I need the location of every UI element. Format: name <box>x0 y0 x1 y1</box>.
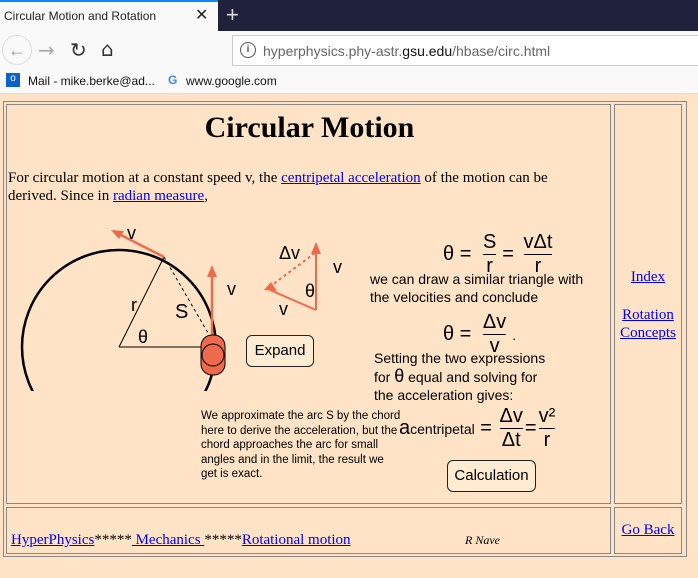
url-input[interactable]: hyperphysics.phy-astr.gsu.edu/hbase/circ… <box>232 35 698 66</box>
forward-icon[interactable]: → <box>38 38 55 62</box>
radian-measure-link[interactable]: radian measure <box>113 188 204 204</box>
back-icon[interactable]: ← <box>2 35 32 65</box>
home-icon[interactable]: ⌂ <box>101 37 114 61</box>
similar-triangle-text: we can draw a similar triangle with the … <box>370 271 584 305</box>
label-s: S <box>175 301 189 323</box>
info-icon[interactable]: i <box>240 42 256 58</box>
intro-text: For circular motion at a constant speed … <box>8 170 548 204</box>
side-cell: Index Rotation Concepts <box>614 104 682 504</box>
tab-title: Circular Motion and Rotation <box>4 9 157 23</box>
setting-text: Setting the two expressions for θ equal … <box>374 350 546 403</box>
bookmark-google[interactable]: www.google.com <box>186 74 277 88</box>
label-r: r <box>131 295 137 315</box>
url-domain: gsu.edu <box>402 43 453 59</box>
footer-links: HyperPhysics***** Mechanics *****Rotatio… <box>11 532 351 548</box>
hyperphysics-link[interactable]: HyperPhysics <box>11 532 94 548</box>
bookmarks-bar: o Mail - mike.berke@ad... G www.google.c… <box>0 69 698 94</box>
page-title: Circular Motion <box>204 111 415 144</box>
circle-diagram <box>20 230 321 391</box>
url-host: hyperphysics.phy-astr. <box>263 43 403 59</box>
label-v-car: v <box>227 279 236 299</box>
calculation-button[interactable]: Calculation <box>447 460 536 492</box>
label-v-tangent: v <box>127 223 136 243</box>
mechanics-link[interactable]: Mechanics <box>132 532 204 548</box>
goback-cell: Go Back <box>614 507 682 554</box>
label-v-top: v <box>333 257 342 277</box>
outlook-icon: o <box>6 73 20 87</box>
approximation-note: We approximate the arc S by the chord he… <box>201 410 401 480</box>
bookmark-mail[interactable]: Mail - mike.berke@ad... <box>28 74 155 88</box>
url-path: /hbase/circ.html <box>452 43 551 59</box>
footer-cell: HyperPhysics***** Mechanics *****Rotatio… <box>6 507 611 554</box>
go-back-link[interactable]: Go Back <box>615 522 681 539</box>
new-tab-icon[interactable]: + <box>226 2 239 28</box>
tab-active[interactable]: Circular Motion and Rotation <box>0 0 218 31</box>
reload-icon[interactable]: ↻ <box>70 38 87 62</box>
label-v-bottom: v <box>279 299 288 319</box>
index-link[interactable]: Index <box>615 269 681 286</box>
rotation-concepts-link[interactable]: Rotation Concepts <box>615 306 681 342</box>
main-cell: Circular Motion For circular motion at a… <box>6 104 611 504</box>
close-tab-icon[interactable]: ✕ <box>195 5 208 25</box>
expand-button[interactable]: Expand <box>246 335 314 367</box>
author: R Nave <box>465 533 500 547</box>
label-theta-small: θ <box>305 281 316 301</box>
google-icon: G <box>168 73 178 87</box>
centripetal-acceleration-link[interactable]: centripetal acceleration <box>281 170 421 186</box>
equation-centripetal: acentripetal = Δv Δt = v² r <box>399 405 556 451</box>
label-theta: θ <box>138 327 149 347</box>
rotational-motion-link[interactable]: Rotational motion <box>242 532 351 548</box>
label-dv: Δv <box>279 243 301 263</box>
